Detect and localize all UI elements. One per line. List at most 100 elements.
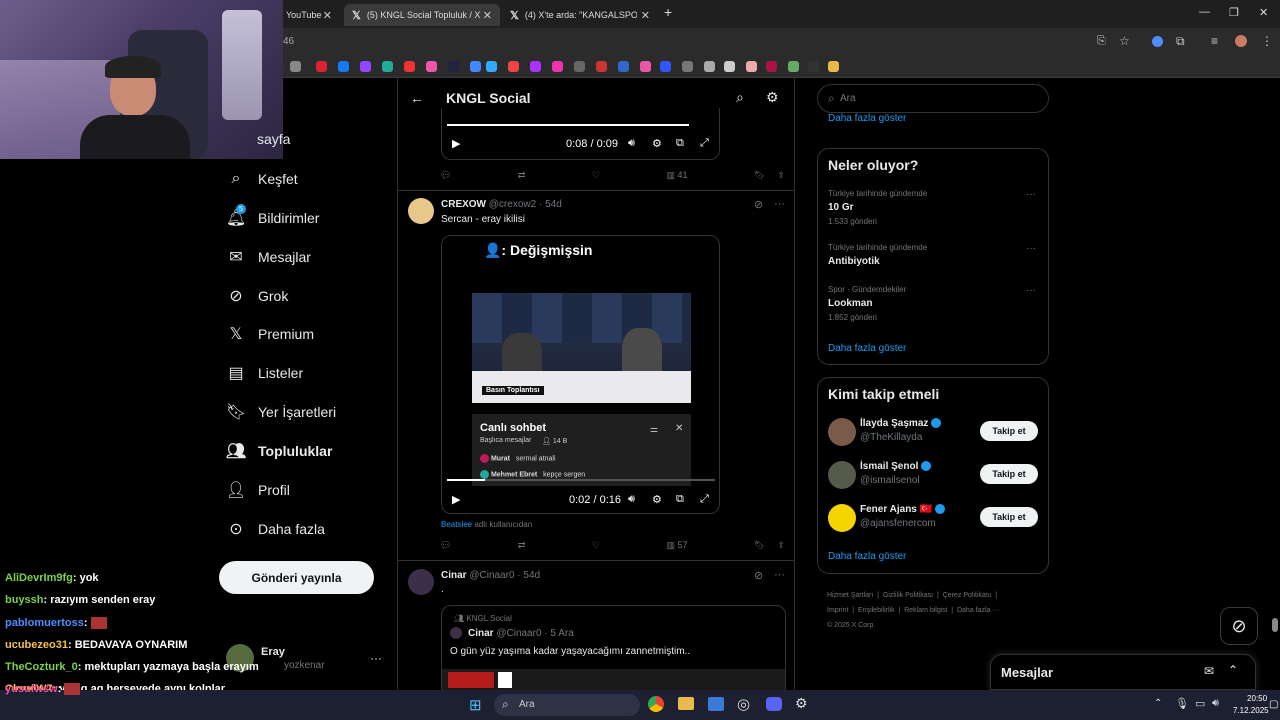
nav-home[interactable]: sayfa	[257, 131, 290, 147]
bookmark-icon[interactable]	[530, 61, 541, 72]
video-player[interactable]: 👤: Değişmişsin Basın Toplantısı Canlı so…	[441, 235, 720, 514]
repost-icon[interactable]: ⇄	[518, 540, 526, 551]
settings-icon[interactable]: ⚙	[652, 137, 662, 150]
nav-explore[interactable]: ⌕ Keşfet	[226, 169, 298, 189]
video-player[interactable]: ▶ 0:08 / 0:09 🔊︎ ⚙ ⧉ ⤢	[441, 108, 720, 160]
bookmark-icon[interactable]	[574, 61, 585, 72]
back-arrow-icon[interactable]: ←	[410, 90, 424, 106]
clock-time[interactable]: 20:50	[1247, 694, 1267, 703]
show-more-link[interactable]: Daha fazla göster	[828, 113, 906, 124]
star-icon[interactable]: ☆	[1119, 34, 1130, 48]
author-name[interactable]: Cinar	[441, 570, 467, 581]
install-icon[interactable]: ⎘	[1097, 35, 1106, 48]
fullscreen-icon[interactable]: ⤢	[700, 493, 709, 506]
repost-icon[interactable]: ⇄	[518, 170, 526, 181]
display-icon[interactable]: ▭	[1195, 697, 1205, 710]
like-icon[interactable]: ♡	[592, 540, 600, 551]
bookmark-icon[interactable]	[746, 61, 757, 72]
play-icon[interactable]: ▶	[452, 137, 460, 150]
post-button[interactable]: Gönderi yayınla	[219, 561, 374, 594]
folder-icon[interactable]	[828, 61, 839, 72]
bookmark-icon[interactable]	[788, 61, 799, 72]
clock-date[interactable]: 7.12.2025	[1233, 706, 1269, 715]
close-window-icon[interactable]: ✕	[1259, 6, 1268, 19]
search-icon[interactable]: ⌕	[736, 89, 744, 106]
messages-drawer[interactable]: Mesajlar ✉ ⌃	[990, 654, 1256, 690]
trend-item[interactable]: Türkiye tarihinde gündemde Antibiyotik	[828, 243, 927, 267]
more-icon[interactable]: ···	[774, 198, 785, 210]
post-date[interactable]: 54d	[545, 199, 562, 210]
more-icon[interactable]: ···	[1026, 285, 1036, 296]
bookmark-icon[interactable]	[704, 61, 715, 72]
bookmark-icon[interactable]	[382, 61, 393, 72]
microphone-icon[interactable]: 🎙︎	[1175, 697, 1189, 710]
gear-icon[interactable]: ⚙	[766, 89, 779, 106]
follow-button[interactable]: Takip et	[980, 421, 1038, 441]
show-more-link[interactable]: Daha fazla göster	[828, 343, 906, 354]
account-more-icon[interactable]: ···	[370, 651, 382, 665]
bookmark-icon[interactable]	[660, 61, 671, 72]
nav-lists[interactable]: ▤ Listeler	[226, 363, 303, 383]
progress-bar[interactable]	[447, 479, 715, 481]
share-icon[interactable]: ⇪	[777, 540, 785, 551]
close-icon[interactable]: ✕	[641, 9, 650, 22]
reply-icon[interactable]: 💬︎	[440, 540, 451, 551]
like-icon[interactable]: ♡	[592, 170, 600, 181]
bookmark-icon[interactable]	[426, 61, 437, 72]
views-count[interactable]: ▥ 57	[666, 540, 687, 551]
follow-button[interactable]: Takip et	[980, 507, 1038, 527]
bookmark-icon[interactable]	[404, 61, 415, 72]
bookmark-icon[interactable]: 🔖︎	[754, 540, 765, 551]
nav-grok[interactable]: ⊘ Grok	[226, 286, 288, 306]
bookmark-icon[interactable]	[486, 61, 497, 72]
follow-button[interactable]: Takip et	[980, 464, 1038, 484]
nav-bookmarks[interactable]: 🔖︎ Yer İşaretleri	[226, 402, 336, 422]
progress-bar[interactable]	[447, 124, 689, 126]
minimize-icon[interactable]: —	[1199, 6, 1210, 18]
nav-messages[interactable]: ✉ Mesajlar	[226, 247, 311, 267]
bookmark-icon[interactable]	[808, 61, 819, 72]
show-more-link[interactable]: Daha fazla göster	[828, 551, 906, 562]
author-name[interactable]: CREXOW	[441, 199, 486, 210]
media-icon[interactable]: ≡	[1211, 34, 1218, 48]
sliders-icon[interactable]: ⚌	[650, 424, 658, 435]
settings-icon[interactable]: ⚙	[652, 493, 662, 506]
bookmark-icon[interactable]	[338, 61, 349, 72]
close-icon[interactable]: ✕	[323, 9, 332, 22]
close-icon[interactable]: ✕	[483, 9, 492, 22]
windows-start-icon[interactable]: ⊞	[469, 696, 482, 714]
maximize-icon[interactable]: ❐	[1229, 6, 1239, 19]
nav-profile[interactable]: 👤︎ Profil	[226, 480, 290, 500]
bookmark-icon[interactable]	[448, 61, 459, 72]
bookmark-icon[interactable]	[360, 61, 371, 72]
chrome-icon[interactable]	[648, 696, 664, 712]
avatar[interactable]	[408, 569, 434, 595]
views-count[interactable]: ▥ 41	[666, 170, 687, 181]
bookmark-icon[interactable]	[508, 61, 519, 72]
new-tab-button[interactable]: +	[664, 4, 672, 20]
volume-icon[interactable]: 🔊︎	[628, 493, 635, 506]
user-entry[interactable]: İsmail Şenol @ismailsenol	[860, 461, 932, 486]
new-message-icon[interactable]: ✉	[1204, 664, 1214, 678]
fullscreen-icon[interactable]: ⤢	[700, 137, 709, 150]
more-icon[interactable]: ···	[1026, 243, 1036, 254]
address-text[interactable]: 46	[283, 36, 294, 47]
bookmark-icon[interactable]	[618, 61, 629, 72]
bookmark-icon[interactable]	[640, 61, 651, 72]
scrollbar[interactable]	[1272, 618, 1278, 632]
reply-icon[interactable]: 💬︎	[440, 170, 451, 181]
tab-kangalspor[interactable]: 𝕏 (4) X'te arda: "KANGALSPOR-m ✕	[502, 4, 658, 26]
author-handle[interactable]: @crexow2	[489, 199, 536, 210]
grok-icon[interactable]: ⊘	[754, 198, 763, 211]
share-icon[interactable]: ⇪	[777, 170, 785, 181]
taskbar-search[interactable]: ⌕ Ara	[494, 694, 640, 716]
nav-communities[interactable]: 👥︎ Topluluklar	[226, 441, 333, 461]
grok-icon[interactable]: ⊘	[754, 569, 763, 582]
bookmark-icon[interactable]	[290, 61, 301, 72]
photos-icon[interactable]	[708, 697, 724, 711]
author-handle[interactable]: @Cinaar0	[469, 570, 514, 581]
avatar[interactable]	[828, 461, 856, 489]
pip-icon[interactable]: ⧉	[676, 137, 684, 150]
more-icon[interactable]: ···	[774, 569, 785, 581]
extension-icon[interactable]	[1152, 36, 1163, 47]
